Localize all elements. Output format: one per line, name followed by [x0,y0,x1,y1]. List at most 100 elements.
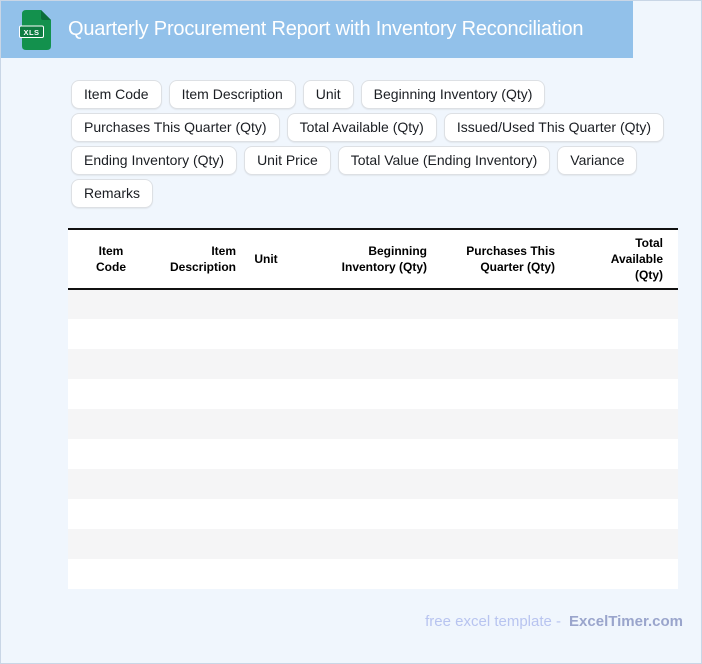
table-cell [68,559,154,589]
table-cell [561,499,678,529]
chip-variance[interactable]: Variance [557,146,638,175]
table-cell [154,439,244,469]
table-cell [68,439,154,469]
chip-item-code[interactable]: Item Code [71,80,162,109]
column-header-purchases-this-quarter: Purchases This Quarter (Qty) [433,228,561,290]
table-cell [561,529,678,559]
keyword-chip-list: Item Code Item Description Unit Beginnin… [71,80,683,208]
table-cell [154,499,244,529]
table-cell [68,379,154,409]
table-cell [433,529,561,559]
table-cell [561,439,678,469]
table-cell [433,409,561,439]
table-cell [68,409,154,439]
column-header-beginning-inventory: Beginning Inventory (Qty) [288,228,433,290]
table-cell [288,319,433,349]
table-cell [288,559,433,589]
table-cell [288,469,433,499]
table-cell [68,529,154,559]
chip-total-value-ending-inventory[interactable]: Total Value (Ending Inventory) [337,146,551,175]
xls-badge-label: XLS [23,27,39,36]
column-header-item-description: Item Description [154,228,244,290]
table-cell [244,499,288,529]
title-bar: XLS Quarterly Procurement Report with In… [1,1,633,58]
page-title: Quarterly Procurement Report with Invent… [68,18,584,40]
table-cell [68,499,154,529]
table-cell [288,409,433,439]
table-cell [244,289,288,319]
table-row [68,499,678,529]
table-cell [288,529,433,559]
table-row [68,349,678,379]
table-row [68,469,678,499]
table-cell [433,289,561,319]
chip-remarks[interactable]: Remarks [71,179,154,208]
table-cell [288,349,433,379]
table-cell [244,409,288,439]
chip-unit[interactable]: Unit [302,80,354,109]
table-cell [154,409,244,439]
table-cell [433,379,561,409]
table-row [68,559,678,589]
table-cell [433,319,561,349]
chip-ending-inventory[interactable]: Ending Inventory (Qty) [71,146,238,175]
table-cell [561,289,678,319]
table-cell [288,379,433,409]
table-cell [433,559,561,589]
table-cell [154,529,244,559]
table-cell [154,379,244,409]
spreadsheet-preview-table: Item Code Item Description Unit Beginnin… [68,228,678,589]
column-header-total-available: Total Available (Qty) [561,228,678,290]
chip-beginning-inventory[interactable]: Beginning Inventory (Qty) [360,80,546,109]
table-cell [433,439,561,469]
table-cell [154,289,244,319]
table-cell [244,469,288,499]
chip-unit-price[interactable]: Unit Price [244,146,331,175]
chip-issued-used-this-quarter[interactable]: Issued/Used This Quarter (Qty) [443,113,665,142]
table-cell [561,469,678,499]
table-cell [288,499,433,529]
table-cell [561,349,678,379]
table-cell [68,319,154,349]
table-row [68,529,678,559]
table-cell [433,469,561,499]
chip-item-description[interactable]: Item Description [168,80,296,109]
table-cell [561,319,678,349]
table-row [68,319,678,349]
table-cell [561,409,678,439]
column-header-unit: Unit [244,228,288,290]
table-cell [68,349,154,379]
chip-purchases-this-quarter[interactable]: Purchases This Quarter (Qty) [71,113,280,142]
table-row [68,379,678,409]
table-header: Item Code Item Description Unit Beginnin… [68,228,678,290]
table-cell [244,349,288,379]
table-cell [288,289,433,319]
table-cell [561,559,678,589]
table-header-row: Item Code Item Description Unit Beginnin… [68,228,678,290]
footer: free excel template - ExcelTimer.com [71,613,683,630]
table-row [68,409,678,439]
table-body [68,289,678,589]
xls-file-icon: XLS [19,9,51,50]
footer-brand-link[interactable]: ExcelTimer.com [569,613,683,630]
table-row [68,289,678,319]
table-cell [154,559,244,589]
table-cell [244,529,288,559]
table-row [68,439,678,469]
table-cell [68,469,154,499]
table-cell [68,289,154,319]
table-cell [244,379,288,409]
table-cell [288,439,433,469]
table-cell [154,319,244,349]
table-cell [244,559,288,589]
table-cell [244,319,288,349]
column-header-item-code: Item Code [68,228,154,290]
chip-total-available[interactable]: Total Available (Qty) [286,113,437,142]
table-cell [154,469,244,499]
footer-text: free excel template - [425,613,562,630]
table-cell [244,439,288,469]
table-cell [561,379,678,409]
table-cell [433,349,561,379]
table-cell [154,349,244,379]
page: XLS Quarterly Procurement Report with In… [0,0,702,664]
